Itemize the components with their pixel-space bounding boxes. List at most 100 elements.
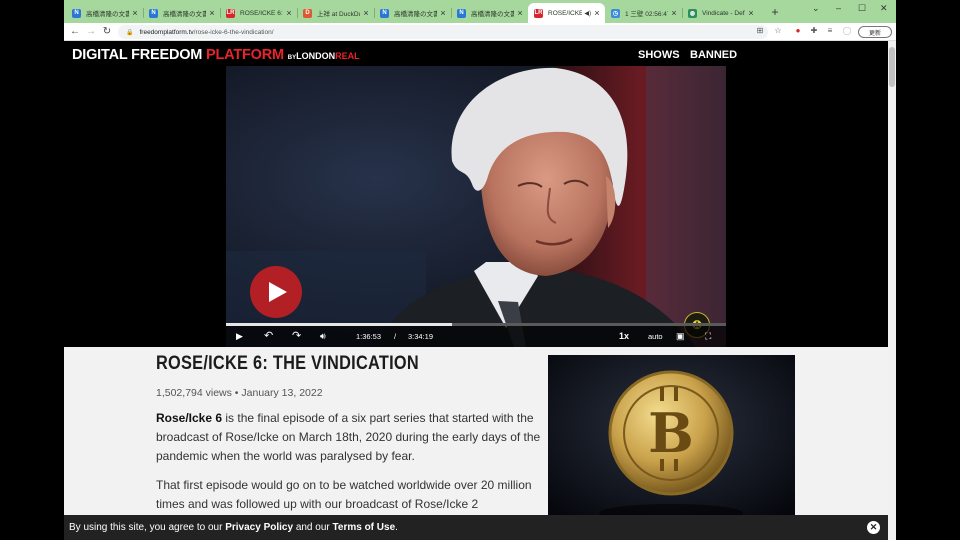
volume-icon[interactable]: 🔊︎ [320, 330, 326, 342]
tab-title: 上祥 at DuckDu [317, 11, 360, 18]
translate-icon[interactable]: ⊞ [754, 26, 766, 35]
page-scrollbar[interactable] [888, 41, 896, 540]
cookie-close-icon[interactable]: ✕ [867, 521, 880, 534]
play-icon [269, 282, 287, 302]
rewind-icon[interactable]: ↶ [264, 330, 273, 342]
browser-tab-8[interactable]: ◷ 1 三壁 02:56:47 × [605, 3, 682, 23]
maximize-icon[interactable]: ☐ [858, 3, 866, 14]
article-paragraph-1: Rose/Icke 6 is the final episode of a si… [156, 409, 556, 466]
globe-icon: ◍ [688, 8, 697, 18]
tab-title: 高橋清隆の文書 [163, 11, 206, 18]
london-real-icon: LR [226, 8, 235, 18]
logo-brand-accent-text: REAL [335, 51, 360, 61]
ns-blog-icon: N [72, 8, 81, 18]
player-controls: ▶ ↶ ↷ 🔊︎ 1:36:53 / 3:34:19 1x auto ▣ ⛶ [226, 326, 726, 347]
browser-tab-1[interactable]: N 高橋清隆の文書 × [66, 3, 143, 23]
web-page: DIGITAL FREEDOM PLATFORM BYLONDONREAL SH… [64, 41, 888, 540]
quality-button[interactable]: auto [648, 331, 663, 343]
browser-tab-5[interactable]: N 高橋清隆の文書 × [374, 3, 451, 23]
url-path: /rose-icke-6-the-vindication/ [193, 28, 274, 36]
lock-icon: 🔒 [126, 29, 134, 36]
minimize-icon[interactable]: – [836, 3, 841, 13]
record-extension-icon[interactable]: ● [792, 26, 804, 35]
svg-text:B: B [648, 401, 694, 465]
nav-shows[interactable]: SHOWS [638, 49, 680, 61]
extensions-puzzle-icon[interactable]: ✚ [808, 26, 820, 35]
ns-blog-icon: N [380, 8, 389, 18]
tab-close-icon[interactable]: × [439, 8, 447, 18]
browser-tab-2[interactable]: N 高橋清隆の文書 × [143, 3, 220, 23]
cookie-text-3: . [395, 522, 398, 533]
fullscreen-icon[interactable]: ⛶ [705, 330, 711, 342]
browser-window: N高橋清隆の文書×N高橋清隆の文書×LRROSE/ICKE 6: TH×D上祥 … [64, 0, 896, 540]
tab-close-icon[interactable]: × [670, 8, 678, 18]
privacy-policy-link[interactable]: Privacy Policy [225, 522, 293, 533]
bookmark-star-icon[interactable]: ☆ [772, 26, 784, 35]
back-icon[interactable]: ← [68, 25, 82, 39]
publish-date: January 13, 2022 [241, 387, 323, 399]
tab-title: 高橋清隆の文書 [86, 11, 129, 18]
clock-icon: ◷ [611, 8, 620, 18]
url-field[interactable]: 🔒 freedomplatform.tv/rose-icke-6-the-vin… [118, 25, 768, 39]
browser-tab-9[interactable]: ◍ Vindicate - Defi × [682, 3, 759, 23]
tab-title: 高橋清隆の文書 [394, 11, 437, 18]
tab-close-icon[interactable]: × [362, 8, 370, 18]
pip-icon[interactable]: ▣ [676, 330, 685, 342]
url-host: freedomplatform.tv [139, 28, 194, 36]
scrollbar-thumb[interactable] [889, 47, 895, 87]
current-time: 1:36:53 [356, 332, 382, 341]
tab-title: 高橋清隆の文書 [471, 11, 514, 18]
article-meta: 1,502,794 views • January 13, 2022 [156, 387, 323, 399]
reload-icon[interactable]: ↻ [100, 25, 114, 39]
new-tab-button[interactable]: + [768, 5, 782, 19]
cookie-text-1: By using this site, you agree to our [69, 522, 223, 533]
duration: 3:34:19 [408, 332, 434, 341]
tab-close-icon[interactable]: × [747, 8, 755, 18]
reading-list-icon[interactable]: ≡ [824, 26, 836, 35]
site-header: DIGITAL FREEDOM PLATFORM BYLONDONREAL SH… [64, 41, 888, 347]
cookie-consent-bar: By using this site, you agree to our Pri… [64, 515, 888, 540]
tab-close-icon[interactable]: × [516, 8, 524, 18]
ns-blog-icon: N [149, 8, 158, 18]
address-toolbar: ← → ↻ 🔒 freedomplatform.tv/rose-icke-6-t… [64, 23, 896, 41]
tab-search-icon[interactable]: ⌄ [812, 3, 820, 14]
article-paragraph-2: That first episode would go on to be wat… [156, 478, 532, 511]
ns-blog-icon: N [457, 8, 466, 18]
article-title: ROSE/ICKE 6: THE VINDICATION [156, 353, 419, 374]
bitcoin-promo-image[interactable]: B [548, 355, 795, 527]
browser-tab-4[interactable]: D 上祥 at DuckDu × [297, 3, 374, 23]
browser-tab-3[interactable]: LR ROSE/ICKE 6: TH× [220, 3, 297, 23]
logo-accent-text: PLATFORM [206, 47, 284, 63]
browser-tab-6[interactable]: N 高橋清隆の文書 × [451, 3, 528, 23]
update-button[interactable]: 更新 [858, 26, 892, 38]
site-logo[interactable]: DIGITAL FREEDOM PLATFORM BYLONDONREAL [72, 47, 360, 63]
tab-title: ROSE/ICKE [548, 9, 583, 17]
video-player[interactable]: ✪ ▶ ↶ ↷ 🔊︎ 1:36:53 / 3:34:19 1x auto ▣ ⛶ [226, 66, 726, 347]
big-play-button[interactable] [250, 266, 302, 318]
tab-title: Vindicate - Defi [702, 9, 745, 17]
tab-close-icon[interactable]: × [285, 8, 293, 18]
logo-brand-text: LONDON [296, 51, 336, 61]
tab-title: 1 三壁 02:56:47 [625, 11, 668, 18]
logo-main-text: DIGITAL FREEDOM [72, 47, 203, 63]
play-pause-icon[interactable]: ▶ [236, 330, 243, 342]
tab-audio-icon[interactable]: ◀) [584, 10, 591, 17]
browser-tab-7[interactable]: LR ROSE/ICKE ◀) × [528, 3, 605, 23]
tab-close-icon[interactable]: × [131, 8, 139, 18]
playback-speed-button[interactable]: 1x [619, 330, 629, 342]
profile-avatar-icon[interactable]: ◯ [841, 26, 853, 35]
terms-of-use-link[interactable]: Terms of Use [333, 522, 396, 533]
episode-name: Rose/Icke 6 [156, 411, 223, 425]
tab-close-icon[interactable]: × [208, 8, 216, 18]
forward-skip-icon[interactable]: ↷ [292, 330, 301, 342]
duckduckgo-icon: D [303, 8, 312, 18]
logo-by-text: BY [287, 55, 297, 61]
forward-icon[interactable]: → [84, 25, 98, 39]
cookie-text-2: and our [295, 522, 330, 533]
time-separator: / [394, 332, 397, 341]
nav-banned[interactable]: BANNED [690, 49, 737, 61]
window-close-icon[interactable]: ✕ [880, 3, 888, 14]
london-real-icon: LR [534, 8, 543, 18]
tab-title: ROSE/ICKE 6: TH [240, 9, 283, 17]
tab-close-icon[interactable]: × [593, 8, 601, 18]
